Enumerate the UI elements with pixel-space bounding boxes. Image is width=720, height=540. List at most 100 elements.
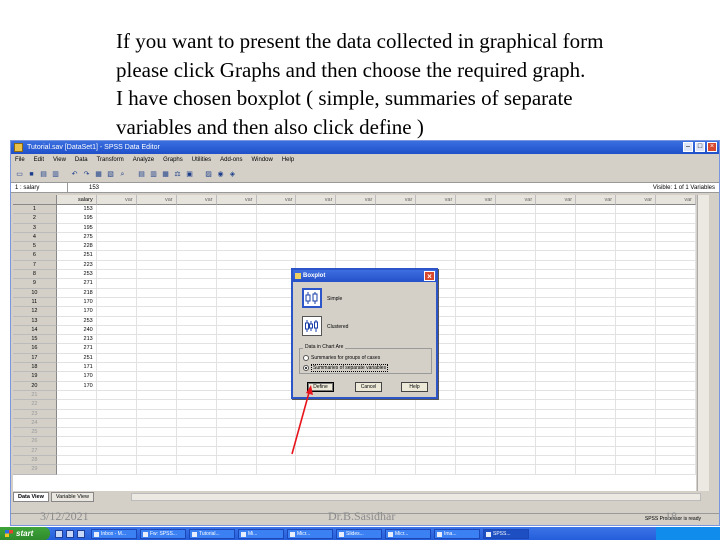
table-cell[interactable] xyxy=(136,251,177,261)
row-number[interactable]: 7 xyxy=(13,260,57,271)
table-cell[interactable] xyxy=(176,223,217,233)
table-cell[interactable] xyxy=(656,316,696,326)
row-number[interactable]: 12 xyxy=(13,307,57,317)
table-cell[interactable] xyxy=(376,223,417,233)
table-cell[interactable] xyxy=(536,428,577,438)
table-cell[interactable] xyxy=(656,297,696,308)
table-cell[interactable] xyxy=(496,446,537,457)
table-cell[interactable] xyxy=(616,381,657,391)
print-icon[interactable]: ▤ xyxy=(39,170,48,179)
table-cell[interactable]: 251 xyxy=(56,251,97,261)
table-cell[interactable] xyxy=(216,437,257,447)
table-cell[interactable] xyxy=(576,372,617,382)
row-number[interactable]: 26 xyxy=(13,437,57,447)
dialog-close-icon[interactable]: × xyxy=(424,271,435,281)
table-cell[interactable] xyxy=(136,214,177,224)
table-cell[interactable] xyxy=(256,205,297,215)
table-cell[interactable] xyxy=(536,214,577,224)
table-cell[interactable] xyxy=(536,325,577,336)
table-cell[interactable] xyxy=(616,297,657,308)
table-cell[interactable] xyxy=(136,223,177,233)
table-cell[interactable] xyxy=(496,400,537,410)
table-cell[interactable] xyxy=(176,279,217,289)
table-cell[interactable] xyxy=(536,223,577,233)
table-cell[interactable] xyxy=(136,307,177,317)
table-cell[interactable] xyxy=(656,456,696,466)
table-cell[interactable] xyxy=(456,214,497,224)
table-cell[interactable] xyxy=(176,344,217,354)
table-cell[interactable] xyxy=(176,251,217,261)
row-number[interactable]: 2 xyxy=(13,214,57,224)
table-cell[interactable] xyxy=(216,381,257,391)
table-cell[interactable] xyxy=(176,409,217,419)
table-cell[interactable]: 213 xyxy=(56,335,97,345)
table-cell[interactable] xyxy=(376,456,417,466)
table-cell[interactable] xyxy=(456,400,497,410)
table-cell[interactable] xyxy=(176,214,217,224)
table-cell[interactable] xyxy=(496,465,537,475)
goto-case-icon[interactable]: ▦ xyxy=(94,170,103,179)
table-cell[interactable] xyxy=(376,214,417,224)
table-cell[interactable] xyxy=(536,297,577,308)
table-cell[interactable] xyxy=(576,363,617,373)
table-cell[interactable] xyxy=(376,409,417,419)
row-number[interactable]: 16 xyxy=(13,344,57,354)
table-cell[interactable] xyxy=(536,456,577,466)
table-cell[interactable] xyxy=(96,316,137,326)
menu-window[interactable]: Window xyxy=(251,155,272,166)
column-header[interactable]: salary xyxy=(56,195,97,205)
table-cell[interactable] xyxy=(136,465,177,475)
browser-icon[interactable] xyxy=(66,529,74,538)
table-cell[interactable] xyxy=(136,242,177,252)
table-cell[interactable] xyxy=(616,456,657,466)
table-cell[interactable] xyxy=(656,307,696,317)
table-cell[interactable] xyxy=(456,288,497,298)
table-cell[interactable] xyxy=(96,288,137,298)
table-cell[interactable] xyxy=(456,325,497,336)
table-cell[interactable] xyxy=(576,446,617,457)
table-cell[interactable] xyxy=(216,353,257,364)
table-cell[interactable] xyxy=(496,363,537,373)
use-sets-icon[interactable]: ◉ xyxy=(216,170,225,179)
table-cell[interactable] xyxy=(136,390,177,401)
table-cell[interactable] xyxy=(656,242,696,252)
table-cell[interactable] xyxy=(656,260,696,271)
table-cell[interactable] xyxy=(656,325,696,336)
taskbar-button[interactable]: Ima... xyxy=(434,528,480,539)
table-cell[interactable] xyxy=(256,223,297,233)
table-cell[interactable] xyxy=(256,409,297,419)
table-cell[interactable] xyxy=(376,251,417,261)
table-cell[interactable] xyxy=(136,363,177,373)
table-cell[interactable] xyxy=(616,372,657,382)
table-cell[interactable] xyxy=(576,307,617,317)
table-cell[interactable] xyxy=(296,456,337,466)
table-cell[interactable] xyxy=(336,251,377,261)
table-cell[interactable] xyxy=(496,418,537,429)
taskbar-button[interactable]: SPSS... xyxy=(483,528,529,539)
table-cell[interactable] xyxy=(176,335,217,345)
table-cell[interactable] xyxy=(576,400,617,410)
table-cell[interactable] xyxy=(656,251,696,261)
table-cell[interactable] xyxy=(56,390,97,401)
table-cell[interactable] xyxy=(496,390,537,401)
menu-analyze[interactable]: Analyze xyxy=(133,155,154,166)
weight-cases-icon[interactable]: ⚖ xyxy=(173,170,182,179)
cancel-button[interactable]: Cancel xyxy=(355,382,382,392)
table-cell[interactable] xyxy=(496,232,537,243)
horizontal-scrollbar[interactable] xyxy=(131,493,701,501)
table-cell[interactable] xyxy=(96,307,137,317)
table-cell[interactable] xyxy=(96,223,137,233)
row-number[interactable]: 1 xyxy=(13,205,57,215)
column-header[interactable]: var xyxy=(336,195,377,205)
table-cell[interactable] xyxy=(576,260,617,271)
table-cell[interactable] xyxy=(96,205,137,215)
row-number[interactable]: 8 xyxy=(13,270,57,280)
table-cell[interactable] xyxy=(96,400,137,410)
table-cell[interactable] xyxy=(456,363,497,373)
table-cell[interactable] xyxy=(96,363,137,373)
table-cell[interactable] xyxy=(256,251,297,261)
table-cell[interactable] xyxy=(456,232,497,243)
table-cell[interactable] xyxy=(416,214,457,224)
table-cell[interactable] xyxy=(416,409,457,419)
save-icon[interactable]: ■ xyxy=(27,170,36,179)
